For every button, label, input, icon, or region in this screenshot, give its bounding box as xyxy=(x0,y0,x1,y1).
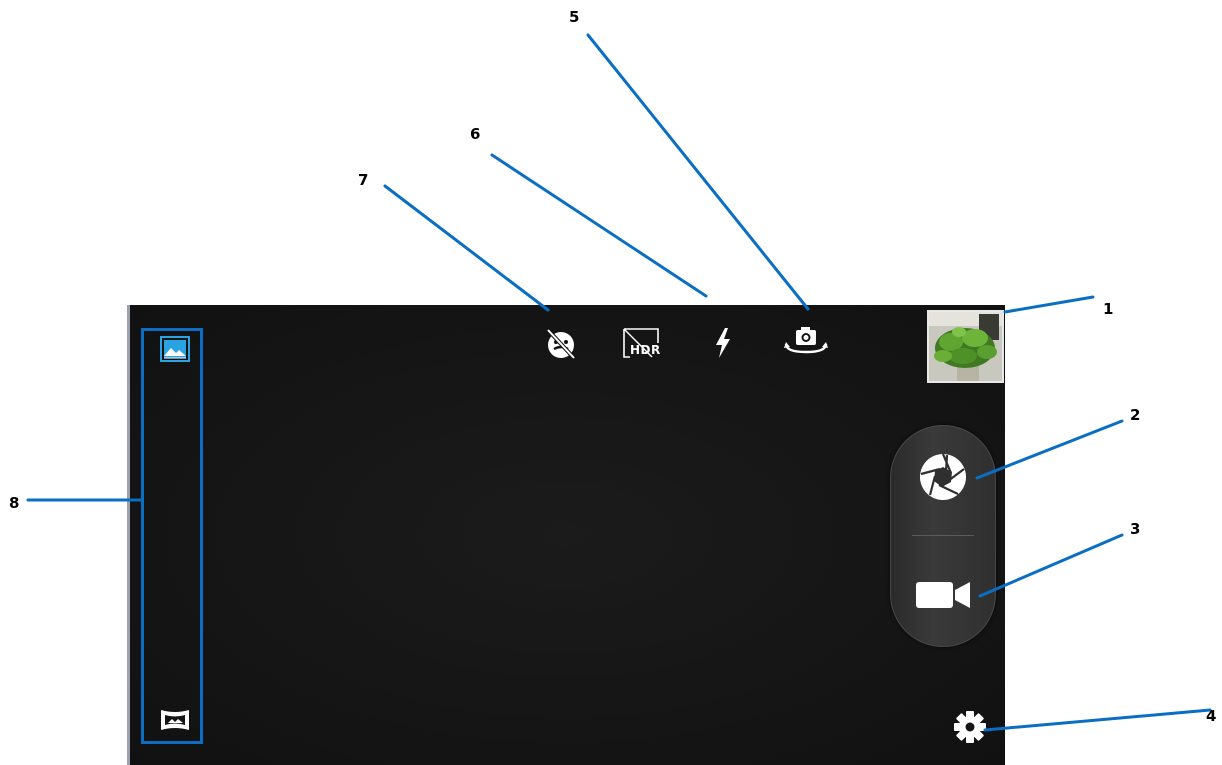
face-detection-off-icon[interactable] xyxy=(544,328,578,360)
callout-1: 1 xyxy=(1103,300,1114,318)
video-camera-icon[interactable] xyxy=(914,578,972,610)
panorama-mode-icon[interactable] xyxy=(159,708,191,732)
capture-divider xyxy=(912,535,974,536)
plant-photo xyxy=(929,312,1002,381)
mode-selector-highlight xyxy=(141,328,203,744)
switch-camera-icon[interactable] xyxy=(782,324,830,358)
hdr-off-icon[interactable]: HDR xyxy=(622,327,666,361)
gallery-thumbnail[interactable] xyxy=(927,310,1004,383)
callout-line-6 xyxy=(490,153,708,298)
gear-icon[interactable] xyxy=(953,710,987,744)
shutter-icon[interactable] xyxy=(918,452,968,502)
hdr-label: HDR xyxy=(630,343,661,357)
callout-2: 2 xyxy=(1130,406,1141,424)
callout-line-7 xyxy=(383,184,550,312)
screen-edge xyxy=(127,305,130,765)
callout-3: 3 xyxy=(1130,520,1141,538)
callout-5: 5 xyxy=(569,8,580,26)
callout-8: 8 xyxy=(9,494,20,512)
photo-mode-icon[interactable] xyxy=(160,336,190,362)
callout-6: 6 xyxy=(470,125,481,143)
callout-7: 7 xyxy=(358,171,369,189)
camera-viewfinder[interactable] xyxy=(127,305,1005,765)
callout-4: 4 xyxy=(1206,707,1217,725)
flash-icon[interactable] xyxy=(710,326,736,360)
callout-line-5 xyxy=(586,33,810,311)
annotated-camera-screenshot: HDR 1 2 3 4 5 6 7 8 xyxy=(0,0,1222,765)
callout-line-1 xyxy=(1003,295,1095,314)
callout-line-4 xyxy=(983,708,1212,732)
